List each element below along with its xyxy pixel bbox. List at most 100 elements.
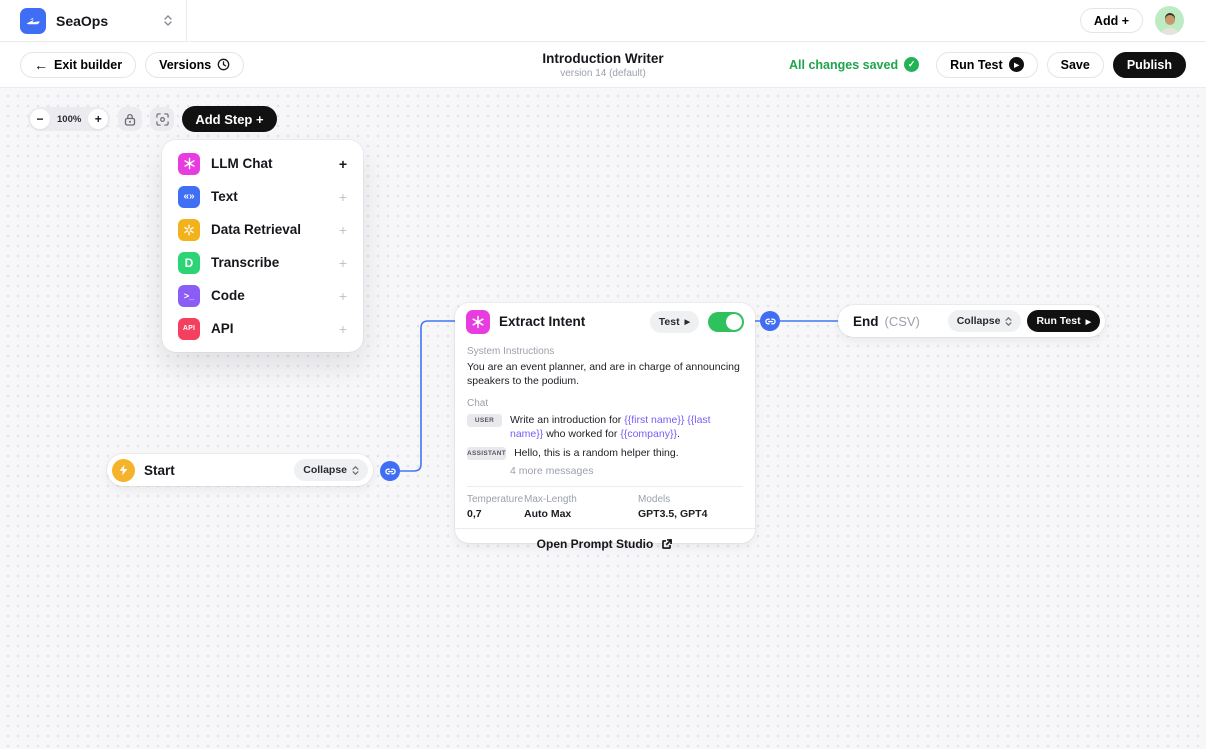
extract-output-link-icon[interactable] — [760, 311, 780, 331]
more-messages-link[interactable]: 4 more messages — [510, 465, 743, 477]
chevron-updown-icon — [352, 466, 359, 475]
play-circle-icon: ▶ — [1009, 57, 1024, 72]
version-subtitle: version 14 (default) — [560, 68, 646, 79]
node-subtitle: (CSV) — [885, 314, 920, 329]
text-icon: «» — [178, 186, 200, 208]
lock-button[interactable] — [118, 107, 142, 131]
api-icon: API — [178, 318, 200, 340]
end-collapse-button[interactable]: Collapse — [948, 310, 1022, 332]
back-arrow-icon: ← — [34, 58, 48, 72]
external-link-icon — [660, 538, 673, 551]
test-step-button[interactable]: Test ▶ — [650, 311, 699, 333]
code-icon: >_ — [178, 285, 200, 307]
add-button[interactable]: Add + — [1080, 8, 1143, 33]
versions-button[interactable]: Versions — [145, 52, 244, 78]
param-max-length: Max-Length Auto Max — [524, 494, 638, 520]
menu-item-data-retrieval[interactable]: Data Retrieval + — [162, 213, 363, 246]
run-test-button[interactable]: Run Test ▶ — [936, 52, 1038, 78]
zoom-level: 100% — [57, 114, 81, 125]
play-icon: ▶ — [685, 318, 690, 326]
clock-icon — [217, 58, 230, 71]
user-avatar[interactable] — [1155, 6, 1184, 35]
start-output-link-icon[interactable] — [380, 461, 400, 481]
step-enabled-toggle[interactable] — [708, 312, 744, 332]
chat-message-assistant: ASSISTANT Hello, this is a random helper… — [467, 446, 743, 460]
publish-button[interactable]: Publish — [1113, 52, 1186, 78]
node-title: Start — [144, 463, 175, 478]
chat-label: Chat — [467, 398, 743, 409]
zoom-in-button[interactable]: + — [88, 109, 108, 129]
variable-token: {{company}} — [620, 428, 677, 440]
chat-text: Hello, this is a random helper thing. — [514, 446, 679, 460]
chevron-updown-icon — [1005, 317, 1012, 326]
page-title: Introduction Writer — [542, 51, 663, 66]
open-prompt-studio-button[interactable]: Open Prompt Studio — [455, 528, 755, 559]
add-step-menu: LLM Chat + «» Text + Data Retrieval + D … — [162, 140, 363, 352]
node-title: End — [853, 314, 879, 329]
top-bar: SeaOps Add + — [0, 0, 1206, 42]
extract-intent-node[interactable]: Extract Intent Test ▶ System Instruction… — [455, 303, 755, 543]
run-test-label: Run Test — [950, 58, 1003, 72]
menu-item-label: API — [211, 321, 328, 336]
menu-item-api[interactable]: API API + — [162, 312, 363, 345]
plus-icon[interactable]: + — [339, 255, 347, 271]
workspace-switcher[interactable]: SeaOps — [0, 0, 187, 41]
seaops-logo-icon — [20, 8, 46, 34]
node-body: System Instructions You are an event pla… — [455, 340, 755, 477]
plus-icon[interactable]: + — [339, 321, 347, 337]
end-node[interactable]: End (CSV) Collapse Run Test ▶ — [838, 305, 1105, 337]
openai-icon — [466, 310, 490, 334]
start-node[interactable]: Start Collapse — [107, 454, 373, 486]
role-badge: ASSISTANT — [467, 447, 506, 460]
menu-item-transcribe[interactable]: D Transcribe + — [162, 246, 363, 279]
save-status-label: All changes saved — [789, 58, 898, 72]
role-badge: USER — [467, 414, 502, 427]
brand-name: SeaOps — [56, 13, 154, 29]
check-circle-icon: ✓ — [904, 57, 919, 72]
versions-label: Versions — [159, 58, 211, 72]
save-button[interactable]: Save — [1047, 52, 1104, 78]
chat-text: Write an introduction for {{first name}}… — [510, 413, 743, 442]
model-params: Temperature 0,7 Max-Length Auto Max Mode… — [467, 486, 743, 520]
exit-builder-button[interactable]: ← Exit builder — [20, 52, 136, 78]
plus-icon[interactable]: + — [339, 189, 347, 205]
menu-item-code[interactable]: >_ Code + — [162, 279, 363, 312]
zoom-out-button[interactable]: − — [30, 109, 50, 129]
chevron-updown-icon — [164, 15, 172, 26]
start-collapse-button[interactable]: Collapse — [294, 459, 368, 481]
menu-item-label: LLM Chat — [211, 156, 328, 171]
chat-message-user: USER Write an introduction for {{first n… — [467, 413, 743, 442]
save-status: All changes saved ✓ — [789, 57, 919, 72]
menu-item-text[interactable]: «» Text + — [162, 180, 363, 213]
plus-icon[interactable]: + — [339, 222, 347, 238]
node-title: Extract Intent — [499, 314, 585, 329]
menu-item-label: Code — [211, 288, 328, 303]
menu-item-label: Transcribe — [211, 255, 328, 270]
plus-icon[interactable]: + — [339, 288, 347, 304]
exit-builder-label: Exit builder — [54, 58, 122, 72]
workflow-canvas[interactable]: − 100% + Add Step + LLM Chat + «» Text + — [0, 88, 1206, 749]
fit-view-button[interactable] — [150, 107, 174, 131]
focus-icon — [156, 113, 169, 126]
add-step-button[interactable]: Add Step + — [182, 106, 276, 132]
data-retrieval-icon — [178, 219, 200, 241]
lightning-icon — [112, 459, 135, 482]
system-instructions-label: System Instructions — [467, 346, 743, 357]
openai-icon — [178, 153, 200, 175]
menu-item-llm-chat[interactable]: LLM Chat + — [162, 147, 363, 180]
param-models: Models GPT3.5, GPT4 — [638, 494, 707, 520]
collapse-label: Collapse — [957, 315, 1001, 327]
zoom-control: − 100% + — [28, 107, 110, 131]
collapse-label: Collapse — [303, 464, 347, 476]
end-run-test-button[interactable]: Run Test ▶ — [1027, 310, 1100, 332]
menu-item-label: Data Retrieval — [211, 222, 328, 237]
chat-section: Chat USER Write an introduction for {{fi… — [467, 398, 743, 477]
param-temperature: Temperature 0,7 — [467, 494, 524, 520]
node-header: Extract Intent Test ▶ — [455, 303, 755, 340]
lock-icon — [124, 113, 136, 126]
play-icon: ▶ — [1086, 318, 1091, 326]
builder-bar: ← Exit builder Versions Introduction Wri… — [0, 42, 1206, 88]
open-prompt-studio-label: Open Prompt Studio — [537, 537, 654, 551]
test-label: Test — [659, 316, 680, 328]
plus-icon[interactable]: + — [339, 156, 347, 172]
